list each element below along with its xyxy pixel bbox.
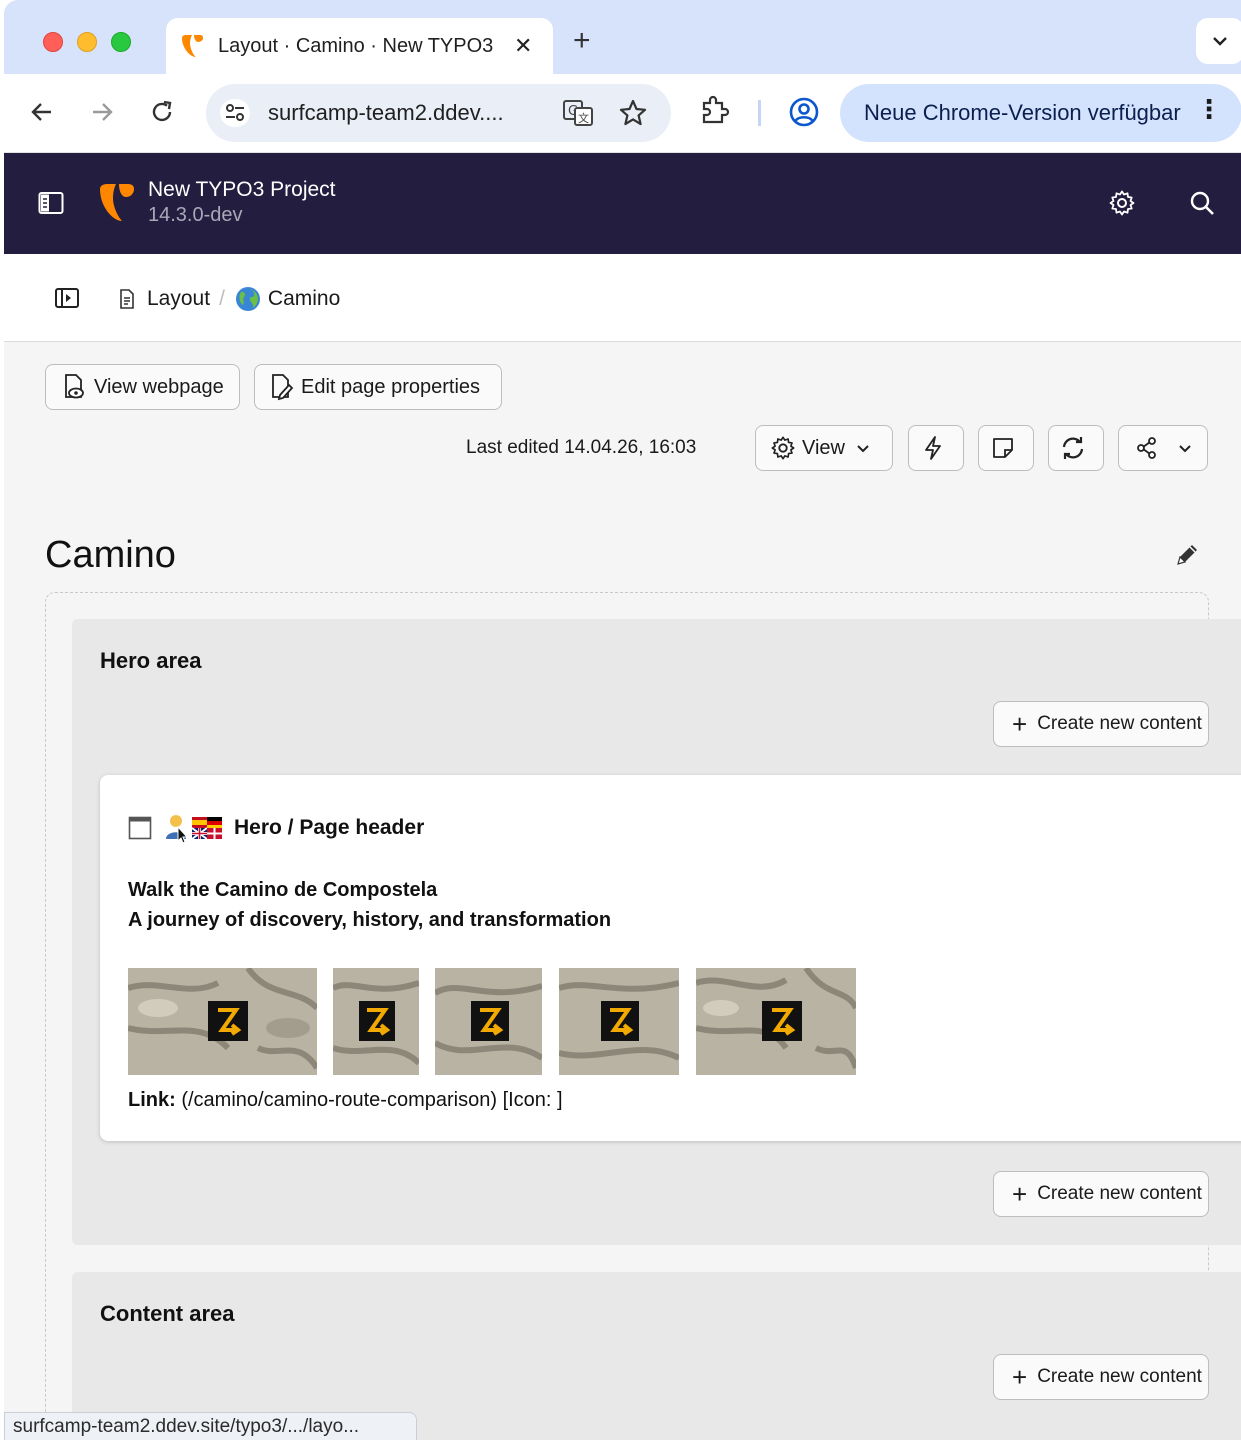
typo3-favicon-icon xyxy=(182,35,203,57)
view-dropdown-button[interactable]: View xyxy=(755,425,893,471)
translate-icon[interactable]: G文 xyxy=(562,98,594,128)
create-new-content-button[interactable]: + Create new content xyxy=(993,1354,1209,1400)
image-thumbnail[interactable] xyxy=(128,968,317,1075)
browser-toolbar: surfcamp-team2.ddev.... G文 Neue Chrome-V… xyxy=(4,74,1241,153)
typo3-version: 14.3.0-dev xyxy=(148,204,243,226)
page-icon xyxy=(120,289,134,309)
tab-search-button[interactable] xyxy=(1196,18,1241,64)
view-webpage-button[interactable]: View webpage xyxy=(45,364,240,410)
create-new-content-button[interactable]: + Create new content xyxy=(993,701,1209,747)
profile-icon[interactable] xyxy=(786,94,822,130)
content-element-header: Hero / Page header xyxy=(128,813,424,843)
plus-icon: + xyxy=(1012,1362,1028,1392)
reload-button[interactable] xyxy=(144,94,180,130)
hero-area-title: Hero area xyxy=(100,648,202,673)
image-thumbnail[interactable] xyxy=(333,968,419,1075)
pencil-icon[interactable] xyxy=(1172,540,1202,570)
lightning-icon xyxy=(925,436,941,460)
breadcrumb-separator: / xyxy=(219,287,225,310)
sidebar-toggle-icon[interactable] xyxy=(38,191,64,215)
chevron-down-icon xyxy=(857,445,869,453)
image-thumbnail[interactable] xyxy=(696,968,856,1075)
link-label: Link: xyxy=(128,1089,176,1111)
url-text: surfcamp-team2.ddev.... xyxy=(268,100,504,125)
gear-icon xyxy=(771,436,795,460)
minimize-window-button[interactable] xyxy=(77,32,97,52)
content-element-title: Hero / Page header xyxy=(234,816,425,839)
plus-icon: + xyxy=(1012,1179,1028,1209)
create-new-content-label: Create new content xyxy=(1037,713,1202,734)
maximize-window-button[interactable] xyxy=(111,32,131,52)
create-new-content-button[interactable]: + Create new content xyxy=(993,1171,1209,1217)
reload-button[interactable] xyxy=(1048,425,1104,471)
forward-button[interactable] xyxy=(84,94,120,130)
update-label: Neue Chrome-Version verfügbar xyxy=(864,100,1181,125)
content-area-title: Content area xyxy=(100,1301,235,1326)
extensions-icon[interactable] xyxy=(697,94,731,128)
module-docheader: Layout / Camino xyxy=(4,254,1241,342)
arrow-right-icon xyxy=(93,103,113,121)
chevron-down-icon xyxy=(1213,37,1227,46)
view-label: View xyxy=(802,436,845,459)
content-type-header-icon[interactable] xyxy=(128,816,152,840)
clear-cache-button[interactable] xyxy=(908,425,964,471)
language-flag-icon xyxy=(192,817,222,839)
address-bar[interactable]: surfcamp-team2.ddev.... G文 xyxy=(206,84,671,142)
back-button[interactable] xyxy=(24,94,60,130)
last-edited-text: Last edited 14.04.26, 16:03 xyxy=(466,437,697,458)
edit-page-properties-label: Edit page properties xyxy=(301,375,481,398)
refresh-icon xyxy=(1062,437,1084,459)
view-page-icon xyxy=(65,374,84,399)
edit-page-icon xyxy=(272,374,294,401)
reload-icon xyxy=(152,100,172,122)
breadcrumb: Layout / Camino xyxy=(117,285,340,313)
content-element-link: Link: (/camino/camino-route-comparison) … xyxy=(128,1089,563,1112)
image-thumbnail[interactable] xyxy=(559,968,679,1075)
tab-title: Layout · Camino · New TYPO3 xyxy=(218,34,494,57)
chrome-update-button[interactable]: Neue Chrome-Version verfügbar ⋮ xyxy=(840,84,1241,142)
breadcrumb-item-layout[interactable]: Layout xyxy=(147,287,210,311)
typo3-topbar: New TYPO3 Project 14.3.0-dev xyxy=(4,153,1241,254)
search-icon[interactable] xyxy=(1188,189,1216,217)
svg-text:文: 文 xyxy=(578,111,589,125)
plus-icon: + xyxy=(1012,709,1028,739)
share-dropdown-button[interactable] xyxy=(1118,425,1208,471)
site-name: New TYPO3 Project xyxy=(148,178,336,201)
active-tab[interactable]: Layout · Camino · New TYPO3 ✕ xyxy=(166,18,553,74)
site-settings-icon[interactable] xyxy=(220,99,250,127)
typo3-logo-icon xyxy=(100,184,134,221)
edit-page-properties-button[interactable]: Edit page properties xyxy=(254,364,502,410)
arrow-left-icon xyxy=(31,103,51,121)
tab-close-icon[interactable]: ✕ xyxy=(514,33,532,59)
page-title: Camino xyxy=(45,534,176,576)
close-window-button[interactable] xyxy=(43,32,63,52)
view-webpage-label: View webpage xyxy=(94,375,224,398)
content-element-card[interactable]: Hero / Page header Walk the Camino de Co… xyxy=(100,775,1241,1141)
notes-button[interactable] xyxy=(978,425,1034,471)
breadcrumb-item-camino[interactable]: Camino xyxy=(268,287,340,311)
globe-icon xyxy=(235,287,260,311)
note-icon xyxy=(993,438,1013,458)
bookmark-star-icon[interactable] xyxy=(618,98,648,128)
content-element-subheadline: A journey of discovery, history, and tra… xyxy=(128,909,612,931)
settings-gear-icon[interactable] xyxy=(1108,189,1136,217)
toolbar-divider xyxy=(758,100,761,126)
pagetree-toggle-icon[interactable] xyxy=(54,286,80,310)
share-icon xyxy=(1137,437,1156,459)
create-new-content-label: Create new content xyxy=(1037,1366,1202,1387)
link-value: (/camino/camino-route-comparison) [Icon:… xyxy=(181,1089,563,1111)
new-tab-button[interactable]: + xyxy=(573,24,591,58)
content-element-headline: Walk the Camino de Compostela xyxy=(128,879,438,901)
image-thumbnail[interactable] xyxy=(435,968,542,1075)
module-content: View webpage Edit page properties Last e… xyxy=(4,342,1241,1440)
more-menu-icon[interactable]: ⋮ xyxy=(1196,96,1222,122)
link-status-bar: surfcamp-team2.ddev.site/typo3/.../layo.… xyxy=(4,1412,417,1440)
user-icon xyxy=(166,815,189,843)
chevron-down-icon xyxy=(1179,445,1191,453)
create-new-content-label: Create new content xyxy=(1037,1183,1202,1204)
